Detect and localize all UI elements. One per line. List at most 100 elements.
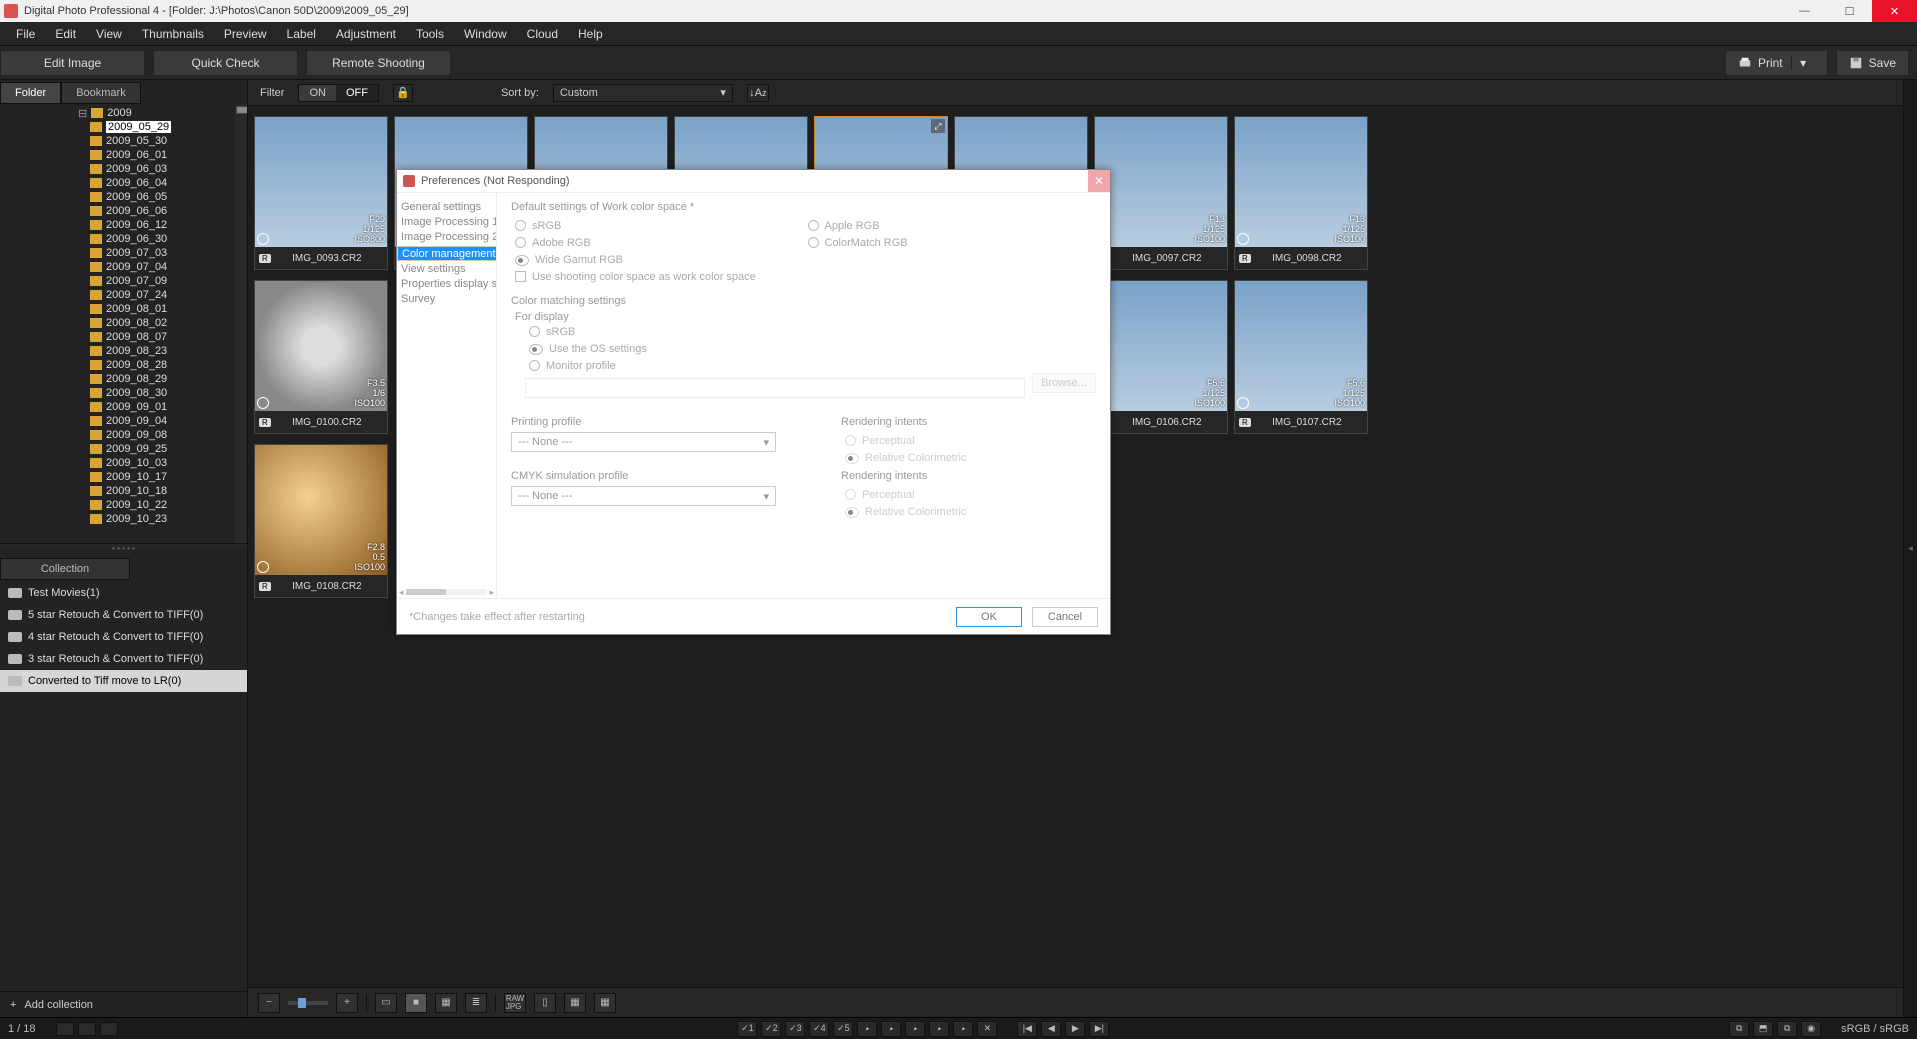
collection-item[interactable]: 3 star Retouch & Convert to TIFF(0) [0, 648, 247, 670]
cmyk-profile-select[interactable]: --- None --- ▾ [511, 486, 776, 506]
status-tool[interactable]: ✓4 [809, 1021, 829, 1037]
thumbnail[interactable]: F131/125ISO100RIMG_0098.CR2 [1234, 116, 1368, 270]
add-collection-button[interactable]: + Add collection [0, 991, 247, 1017]
save-button[interactable]: Save [1836, 50, 1909, 76]
collection-item[interactable]: Test Movies(1) [0, 582, 247, 604]
radio-option[interactable]: Relative Colorimetric [841, 503, 966, 520]
prefs-side-item[interactable]: Color management [397, 246, 497, 261]
thumbnail[interactable]: F131/125ISO100RIMG_0097.CR2 [1094, 116, 1228, 270]
tree-item[interactable]: 2009_08_01 [0, 302, 247, 316]
tree-item[interactable]: 2009_08_02 [0, 316, 247, 330]
tree-item[interactable]: 2009_09_04 [0, 414, 247, 428]
tree-item[interactable]: 2009_08_07 [0, 330, 247, 344]
sidebar-hscroll[interactable]: ◂▸ [399, 587, 494, 597]
sort-direction-button[interactable]: ↓Az [747, 84, 769, 102]
tab-collection[interactable]: Collection [0, 558, 130, 580]
tree-item[interactable]: 2009_09_08 [0, 428, 247, 442]
radio-option[interactable]: Monitor profile [525, 357, 1096, 374]
prefs-side-item[interactable]: Image Processing 1 [397, 214, 496, 229]
menu-cloud[interactable]: Cloud [517, 27, 568, 41]
tree-item[interactable]: 2009_08_23 [0, 344, 247, 358]
tree-item[interactable]: 2009_10_17 [0, 470, 247, 484]
status-tool[interactable]: • [881, 1021, 901, 1037]
layout-switches[interactable] [56, 1022, 118, 1036]
tree-item[interactable]: 2009_07_09 [0, 274, 247, 288]
tree-item[interactable]: 2009_10_18 [0, 484, 247, 498]
quick-check-button[interactable]: Quick Check [153, 50, 298, 76]
use-shooting-colorspace-check[interactable]: Use shooting color space as work color s… [511, 268, 1096, 285]
tab-bookmark[interactable]: Bookmark [61, 82, 141, 104]
tree-item[interactable]: 2009_06_04 [0, 176, 247, 190]
view-single-button[interactable]: ▭ [375, 993, 397, 1013]
raw-badge-icon[interactable]: RAWJPG [504, 993, 526, 1013]
menu-thumbnails[interactable]: Thumbnails [132, 27, 214, 41]
prefs-side-item[interactable]: General settings [397, 199, 496, 214]
status-tool[interactable]: • [905, 1021, 925, 1037]
tree-item[interactable]: 2009_08_30 [0, 386, 247, 400]
tree-item[interactable]: 2009_10_23 [0, 512, 247, 526]
expand-icon[interactable]: ⤢ [931, 119, 945, 133]
panel-divider[interactable]: • • • • • [0, 544, 247, 550]
tree-item[interactable]: 2009_09_25 [0, 442, 247, 456]
edit-image-button[interactable]: Edit Image [0, 50, 145, 76]
radio-option[interactable]: ColorMatch RGB [804, 234, 1097, 251]
radio-option[interactable]: Perceptual [841, 486, 966, 503]
menu-help[interactable]: Help [568, 27, 613, 41]
close-button[interactable]: ✕ [1872, 0, 1917, 22]
zoom-in-button[interactable]: + [336, 993, 358, 1013]
zoom-out-button[interactable]: − [258, 993, 280, 1013]
status-tool[interactable]: ✓1 [737, 1021, 757, 1037]
tree-item[interactable]: 2009_10_22 [0, 498, 247, 512]
status-tool[interactable]: ✓2 [761, 1021, 781, 1037]
radio-option[interactable]: Apple RGB [804, 217, 1097, 234]
filter-off[interactable]: OFF [336, 85, 378, 101]
tree-item[interactable]: 2009_08_28 [0, 358, 247, 372]
status-tool[interactable]: ✕ [977, 1021, 997, 1037]
collection-item[interactable]: 5 star Retouch & Convert to TIFF(0) [0, 604, 247, 626]
sort-select[interactable]: Custom ▾ [553, 84, 733, 102]
right-panel-collapse[interactable]: ◂ [1903, 80, 1917, 1017]
prefs-side-item[interactable]: Properties display settings [397, 276, 496, 291]
tree-item[interactable]: 2009_07_24 [0, 288, 247, 302]
thumbnail[interactable]: F5.61/125ISO100RIMG_0107.CR2 [1234, 280, 1368, 434]
status-tool[interactable]: • [953, 1021, 973, 1037]
thumbnail[interactable]: F291/125ISO800RIMG_0093.CR2 [254, 116, 388, 270]
radio-option[interactable]: sRGB [525, 323, 1096, 340]
menu-label[interactable]: Label [277, 27, 326, 41]
tree-root[interactable]: ⊟ 2009 [0, 106, 247, 120]
remote-shooting-button[interactable]: Remote Shooting [306, 50, 451, 76]
thumbnail[interactable]: F5.61/125ISO100RIMG_0106.CR2 [1094, 280, 1228, 434]
menu-window[interactable]: Window [454, 27, 517, 41]
radio-option[interactable]: Perceptual [841, 432, 966, 449]
tree-item[interactable]: 2009_06_30 [0, 232, 247, 246]
radio-option[interactable]: sRGB [511, 217, 804, 234]
tree-item[interactable]: 2009_10_03 [0, 456, 247, 470]
status-tool[interactable]: ▶| [1089, 1021, 1109, 1037]
minimize-button[interactable]: — [1782, 0, 1827, 22]
radio-option[interactable]: Relative Colorimetric [841, 449, 966, 466]
menu-file[interactable]: File [6, 27, 45, 41]
filter-on[interactable]: ON [299, 85, 336, 101]
collection-item[interactable]: Converted to Tiff move to LR(0) [0, 670, 247, 692]
tree-item[interactable]: 2009_06_01 [0, 148, 247, 162]
tree-item[interactable]: 2009_08_29 [0, 372, 247, 386]
radio-option[interactable]: Wide Gamut RGB [511, 251, 804, 268]
status-view-icon[interactable]: ◉ [1801, 1021, 1821, 1037]
print-button[interactable]: Print ▾ [1725, 50, 1828, 76]
collection-item[interactable]: 4 star Retouch & Convert to TIFF(0) [0, 626, 247, 648]
prefs-side-item[interactable]: Survey [397, 291, 496, 306]
zoom-slider[interactable] [288, 1001, 328, 1005]
print-dropdown-icon[interactable]: ▾ [1791, 56, 1815, 70]
status-tool[interactable]: • [929, 1021, 949, 1037]
tree-item[interactable]: 2009_06_12 [0, 218, 247, 232]
grid3-icon[interactable]: ▦ [594, 993, 616, 1013]
grid2-icon[interactable]: ▦ [564, 993, 586, 1013]
status-tool[interactable]: ◀ [1041, 1021, 1061, 1037]
tree-item[interactable]: 2009_06_06 [0, 204, 247, 218]
view-list-button[interactable]: ≣ [465, 993, 487, 1013]
radio-option[interactable]: Adobe RGB [511, 234, 804, 251]
status-view-icon[interactable]: ⧉ [1729, 1021, 1749, 1037]
menu-tools[interactable]: Tools [406, 27, 454, 41]
view-grid-button[interactable]: ▦ [435, 993, 457, 1013]
status-tool[interactable]: • [857, 1021, 877, 1037]
